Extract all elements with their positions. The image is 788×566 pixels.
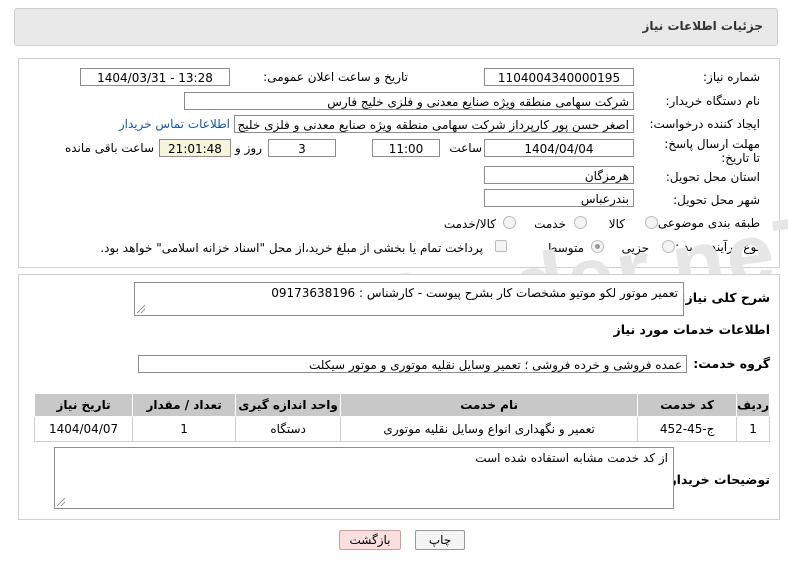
remaining-time-field: 21:01:48 xyxy=(159,139,231,157)
category-goods-service-radio[interactable] xyxy=(503,216,516,229)
process-medium-label: متوسط xyxy=(546,241,584,255)
col-date: تاریخ نیاز xyxy=(33,393,134,417)
announce-field: 1404/03/31 - 13:28 xyxy=(80,68,230,86)
buyer-notes-label: توضیحات خریدار: xyxy=(664,472,770,487)
need-number-label: شماره نیاز: xyxy=(703,70,760,84)
category-label: طبقه بندی موضوعی: xyxy=(653,216,760,230)
city-field: بندرعباس xyxy=(484,189,634,207)
category-service-radio[interactable] xyxy=(574,216,587,229)
days-label: روز و xyxy=(235,141,262,155)
summary-textarea[interactable]: تعمیر موتور لکو موتیو مشخصات کار بشرح پی… xyxy=(134,282,684,316)
contact-buyer-link[interactable]: اطلاعات تماس خریدار xyxy=(119,117,230,131)
cell-date: 1404/04/07 xyxy=(33,416,134,442)
service-group-field: عمده فروشی و خرده فروشی ؛ تعمیر وسایل نق… xyxy=(138,355,687,373)
print-button[interactable]: چاپ xyxy=(415,530,465,550)
col-qty: تعداد / مقدار xyxy=(132,393,237,417)
province-label: استان محل تحویل: xyxy=(665,170,760,184)
category-goods-service-label: کالا/خدمت xyxy=(443,217,496,231)
cell-code: ج-45-452 xyxy=(637,416,738,442)
col-code: کد خدمت xyxy=(637,393,738,417)
cell-name: تعمیر و نگهداری انواع وسایل نقلیه موتوری xyxy=(340,416,639,442)
cell-unit: دستگاه xyxy=(235,416,342,442)
category-goods-radio[interactable] xyxy=(645,216,658,229)
table-header-row: ردیف کد خدمت نام خدمت واحد اندازه گیری ت… xyxy=(33,393,770,417)
summary-text: تعمیر موتور لکو موتیو مشخصات کار بشرح پی… xyxy=(271,286,678,300)
col-name: نام خدمت xyxy=(340,393,639,417)
resize-grip-icon[interactable] xyxy=(137,305,145,313)
days-field: 3 xyxy=(268,139,336,157)
deadline-label: مهلت ارسال پاسخ: تا تاریخ: xyxy=(664,137,760,165)
announce-label: تاریخ و ساعت اعلان عمومی: xyxy=(263,70,408,84)
payment-checkbox[interactable] xyxy=(495,240,507,252)
page-title: جزئیات اطلاعات نیاز xyxy=(642,19,763,33)
process-minor-radio[interactable] xyxy=(662,240,675,253)
category-goods-label: کالا xyxy=(608,217,625,231)
province-field: هرمزگان xyxy=(484,166,634,184)
buyer-org-label: نام دستگاه خریدار: xyxy=(665,94,761,108)
payment-note: پرداخت تمام یا بخشی از مبلغ خرید،از محل … xyxy=(100,241,483,255)
creator-label: ایجاد کننده درخواست: xyxy=(649,117,760,131)
category-service-label: خدمت xyxy=(534,217,566,231)
cell-qty: 1 xyxy=(132,416,237,442)
services-section-title: اطلاعات خدمات مورد نیاز xyxy=(613,322,771,337)
deadline-time-label: ساعت xyxy=(449,141,482,155)
table-row: 1 ج-45-452 تعمیر و نگهداری انواع وسایل ن… xyxy=(33,416,770,442)
resize-grip-icon[interactable] xyxy=(57,498,65,506)
buyer-notes-textarea[interactable]: از کد خدمت مشابه استفاده شده است xyxy=(54,447,674,509)
remaining-label: ساعت باقی مانده xyxy=(64,141,154,155)
buyer-notes-text: از کد خدمت مشابه استفاده شده است xyxy=(475,451,668,465)
col-unit: واحد اندازه گیری xyxy=(235,393,342,417)
page-header: جزئیات اطلاعات نیاز xyxy=(14,8,778,46)
back-button[interactable]: بازگشت xyxy=(339,530,401,550)
process-minor-label: جزیی xyxy=(621,241,649,255)
need-number-field: 1104004340000195 xyxy=(484,68,634,86)
deadline-date-field: 1404/04/04 xyxy=(484,139,634,157)
process-label: نوع فرآیند خرید : xyxy=(675,240,760,254)
process-medium-radio[interactable] xyxy=(591,240,604,253)
deadline-time-field: 11:00 xyxy=(372,139,440,157)
services-table: ردیف کد خدمت نام خدمت واحد اندازه گیری ت… xyxy=(33,393,770,442)
city-label: شهر محل تحویل: xyxy=(673,193,760,207)
col-row: ردیف xyxy=(736,393,770,417)
service-group-label: گروه خدمت: xyxy=(693,356,770,371)
summary-label: شرح کلی نیاز: xyxy=(680,290,770,305)
creator-field: اصغر حسن پور کارپرداز شرکت سهامی منطقه و… xyxy=(234,115,634,133)
cell-row: 1 xyxy=(736,416,770,442)
buyer-org-field: شرکت سهامی منطقه ویژه صنایع معدنی و فلزی… xyxy=(184,92,634,110)
